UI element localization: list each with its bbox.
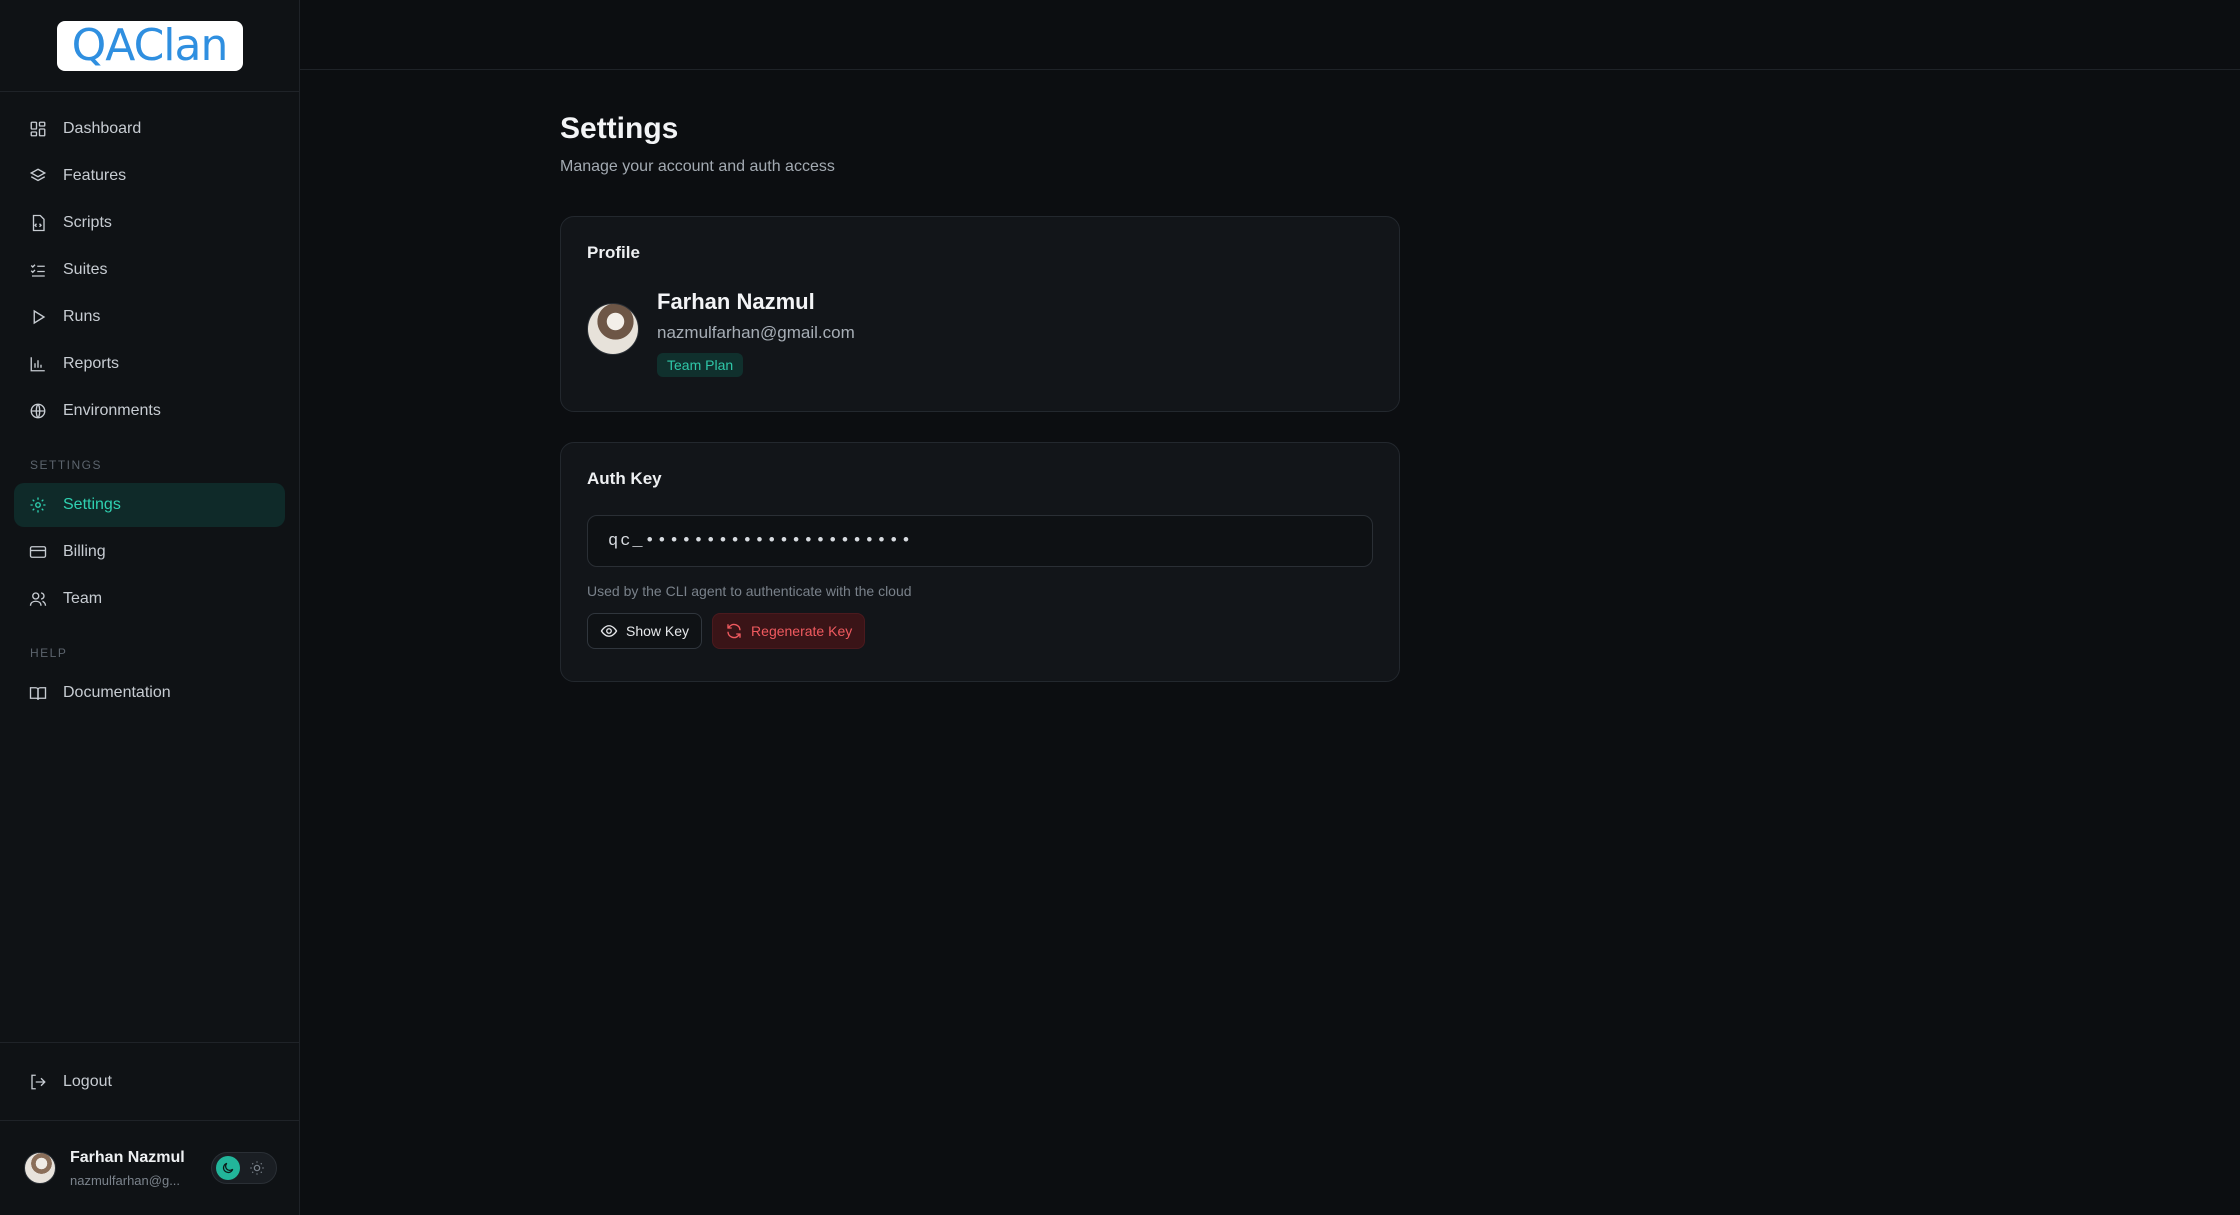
auth-key-field[interactable]: qc_•••••••••••••••••••••• [587, 515, 1373, 567]
sidebar: QAClan Dashboard Features Scripts Suites [0, 0, 300, 1215]
profile-card-title: Profile [587, 243, 640, 262]
theme-toggle[interactable] [211, 1152, 277, 1184]
sidebar-item-scripts[interactable]: Scripts [14, 201, 285, 245]
layers-icon [29, 168, 47, 182]
credit-card-icon [29, 546, 47, 558]
sidebar-item-label: Documentation [63, 684, 171, 701]
main-content: Settings Manage your account and auth ac… [300, 0, 2240, 1215]
sidebar-item-suites[interactable]: Suites [14, 248, 285, 292]
plan-badge: Team Plan [657, 353, 744, 377]
auth-key-help: Used by the CLI agent to authenticate wi… [587, 583, 912, 599]
sidebar-nav: Dashboard Features Scripts Suites Runs R… [0, 92, 299, 1042]
logout-area: Logout [0, 1042, 299, 1120]
settings-content: Settings Manage your account and auth ac… [300, 70, 2240, 682]
user-name: Farhan Nazmul [70, 1148, 185, 1166]
play-icon [33, 309, 46, 325]
profile-row: Farhan Nazmul nazmulfarhan@gmail.com Tea… [587, 289, 1373, 377]
sidebar-item-team[interactable]: Team [14, 577, 285, 621]
logout-button[interactable]: Logout [14, 1060, 285, 1104]
file-code-icon [32, 214, 45, 232]
sidebar-item-documentation[interactable]: Documentation [14, 671, 285, 715]
sidebar-item-label: Billing [63, 543, 106, 560]
page-subtitle: Manage your account and auth access [560, 158, 835, 175]
logo-area: QAClan [0, 0, 299, 92]
bar-chart-icon [30, 357, 45, 372]
users-icon [29, 592, 47, 606]
globe-icon [30, 403, 46, 419]
help-section-label: HELP [30, 646, 68, 660]
avatar[interactable] [24, 1152, 56, 1184]
sidebar-item-reports[interactable]: Reports [14, 342, 285, 386]
regenerate-key-label: Regenerate Key [751, 623, 853, 639]
sidebar-item-label: Dashboard [63, 120, 142, 137]
sidebar-item-label: Scripts [63, 214, 112, 231]
sidebar-item-features[interactable]: Features [14, 154, 285, 198]
auth-key-card: Auth Key qc_•••••••••••••••••••••• Used … [560, 442, 1400, 682]
logout-icon [31, 1074, 46, 1089]
sidebar-item-runs[interactable]: Runs [14, 295, 285, 339]
refresh-icon [727, 623, 741, 639]
profile-email: nazmulfarhan@gmail.com [657, 323, 855, 342]
profile-avatar [587, 303, 639, 355]
profile-card: Profile Farhan Nazmul nazmulfarhan@gmail… [560, 216, 1400, 412]
show-key-label: Show Key [626, 623, 690, 639]
moon-icon[interactable] [216, 1156, 240, 1180]
sidebar-item-environments[interactable]: Environments [14, 389, 285, 433]
book-icon [29, 687, 47, 700]
sun-icon[interactable] [246, 1157, 268, 1179]
list-checks-icon [30, 264, 45, 277]
settings-section-label: SETTINGS [30, 458, 103, 472]
gear-icon [30, 497, 46, 513]
profile-name: Farhan Nazmul [657, 289, 815, 314]
sidebar-item-label: Environments [63, 402, 161, 419]
user-meta: Farhan Nazmul nazmulfarhan@g... [70, 1149, 211, 1188]
sidebar-item-billing[interactable]: Billing [14, 530, 285, 574]
sidebar-item-label: Runs [63, 308, 101, 325]
page-title: Settings [560, 112, 679, 145]
sidebar-item-label: Suites [63, 261, 108, 278]
sidebar-item-label: Features [63, 167, 127, 184]
show-key-button[interactable]: Show Key [587, 613, 703, 649]
eye-icon [600, 625, 618, 637]
sidebar-item-label: Settings [63, 496, 121, 513]
app-logo[interactable]: QAClan [56, 20, 243, 71]
app-root: QAClan Dashboard Features Scripts Suites [0, 0, 2240, 1215]
topbar [300, 0, 2240, 70]
sidebar-item-label: Reports [63, 355, 120, 372]
grid-icon [30, 121, 46, 137]
sidebar-item-label: Team [63, 590, 103, 607]
user-email: nazmulfarhan@g... [70, 1172, 181, 1188]
auth-key-actions: Show Key Regenerate Key [587, 613, 1373, 649]
user-footer: Farhan Nazmul nazmulfarhan@g... [0, 1120, 299, 1215]
regenerate-key-button[interactable]: Regenerate Key [712, 613, 866, 649]
sidebar-item-dashboard[interactable]: Dashboard [14, 107, 285, 151]
auth-key-title: Auth Key [587, 469, 662, 488]
profile-details: Farhan Nazmul nazmulfarhan@gmail.com Tea… [657, 289, 855, 377]
logout-label: Logout [63, 1072, 112, 1090]
sidebar-item-settings[interactable]: Settings [14, 483, 285, 527]
